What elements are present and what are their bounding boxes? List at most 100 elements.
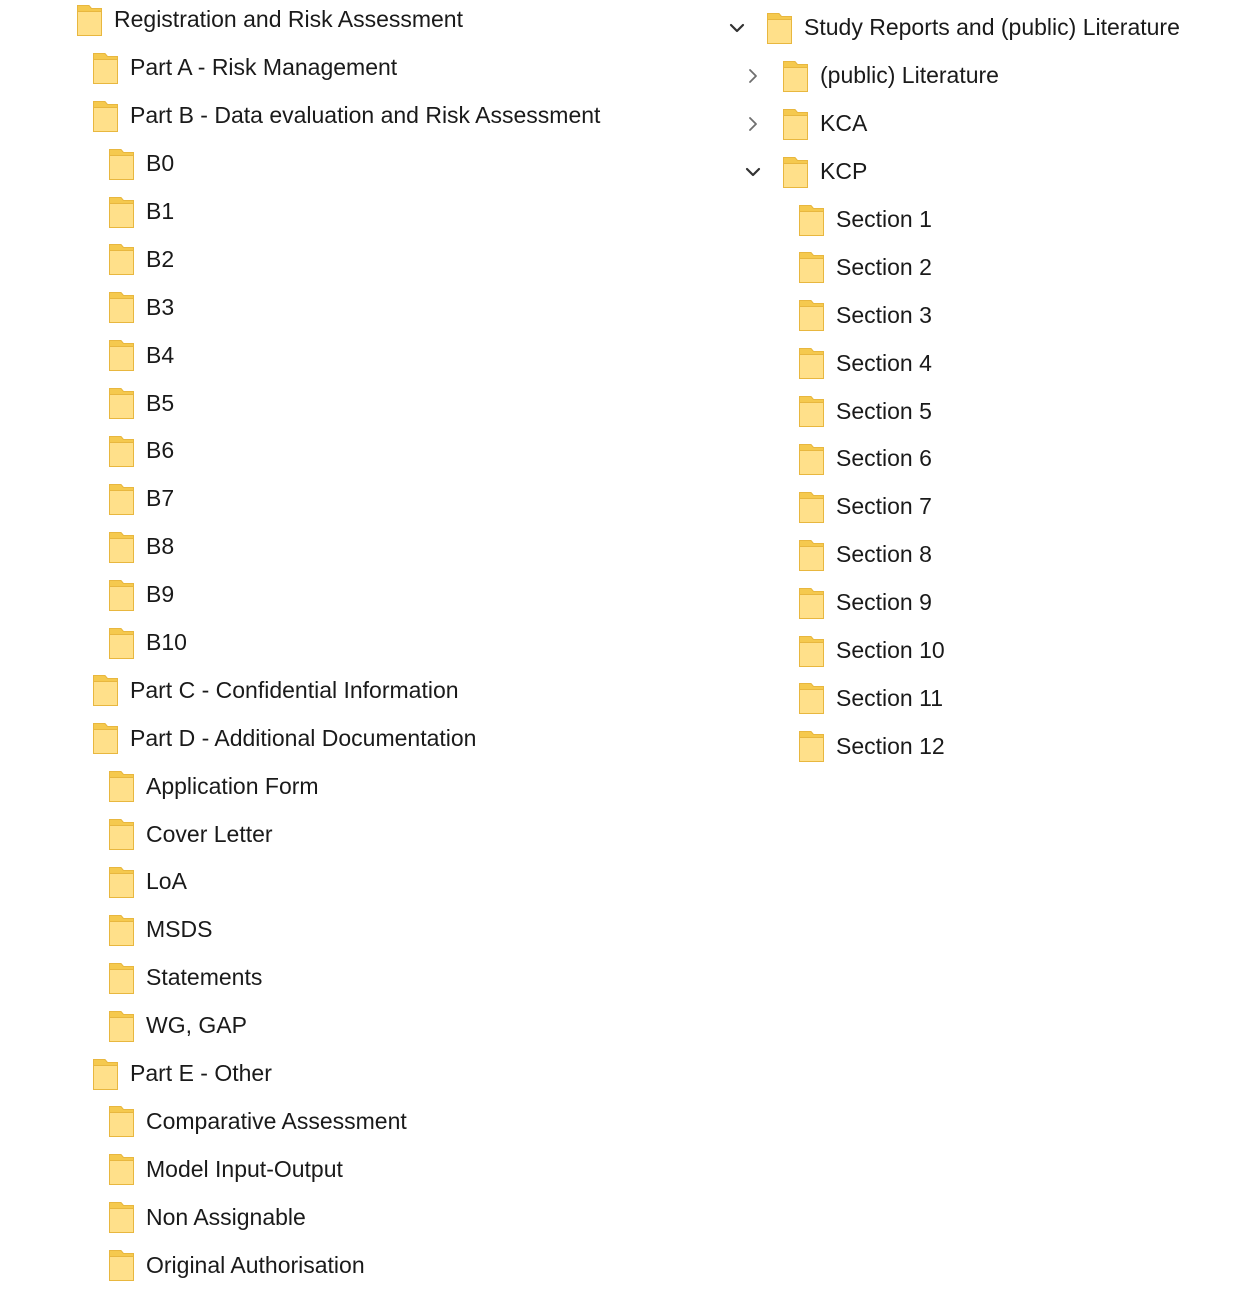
tree-item-b1[interactable]: B1 [0,188,700,236]
tree-item-section-6[interactable]: Section 6 [700,435,1250,483]
tree-item-b3[interactable]: B3 [0,283,700,331]
tree-item-label: Original Authorisation [146,1251,365,1278]
tree-item-b0[interactable]: B0 [0,140,700,188]
tree-item-label: KCP [820,158,868,185]
tree-item-b5[interactable]: B5 [0,379,700,427]
tree-item-application-form[interactable]: Application Form [0,762,700,810]
folder-icon [798,394,825,428]
tree-item-original-authorisation[interactable]: Original Authorisation [0,1241,700,1289]
folder-icon [108,913,135,947]
tree-item-label: B6 [146,437,175,464]
tree-item-label: B5 [146,389,175,416]
tree-item-b2[interactable]: B2 [0,235,700,283]
folder-icon [798,538,825,572]
tree-item-registration-and-risk-assessment[interactable]: Registration and Risk Assessment [0,0,700,44]
tree-item-label: B3 [146,293,175,320]
chevron-right-icon[interactable] [744,115,762,133]
folder-icon [782,107,809,141]
tree-item-label: Part B - Data evaluation and Risk Assess… [130,102,601,129]
tree-item-label: Model Input-Output [146,1155,343,1182]
tree-item-label: (public) Literature [820,62,999,89]
folder-icon [798,442,825,476]
folder-icon [798,729,825,763]
folder-icon [108,386,135,420]
tree-item-label: B0 [146,150,175,177]
tree-item-b10[interactable]: B10 [0,619,700,667]
right-folder-tree: Study Reports and (public) Literature (pu… [700,4,1250,770]
folder-icon [766,11,793,45]
tree-item-label: Statements [146,964,263,991]
tree-item-label: MSDS [146,916,213,943]
tree-item-label: B7 [146,485,175,512]
tree-item-label: Section 9 [836,589,932,616]
folder-icon [798,634,825,668]
tree-item-label: WG, GAP [146,1012,247,1039]
tree-item-label: Cover Letter [146,820,273,847]
folder-icon [76,3,103,37]
tree-item-b6[interactable]: B6 [0,427,700,475]
tree-item-label: Section 8 [836,541,932,568]
tree-item-non-assignable[interactable]: Non Assignable [0,1193,700,1241]
folder-icon [92,1057,119,1091]
folder-icon [108,434,135,468]
tree-item-label: Part A - Risk Management [130,54,398,81]
tree-item-statements[interactable]: Statements [0,954,700,1002]
folder-icon [798,681,825,715]
tree-item-section-7[interactable]: Section 7 [700,483,1250,531]
tree-item-loa[interactable]: LoA [0,858,700,906]
chevron-down-icon[interactable] [728,19,746,37]
tree-item-label: KCA [820,110,868,137]
tree-item-section-3[interactable]: Section 3 [700,291,1250,339]
chevron-right-icon[interactable] [744,67,762,85]
folder-icon [798,298,825,332]
tree-item-section-1[interactable]: Section 1 [700,196,1250,244]
tree-item-part-d-additional-documentation[interactable]: Part D - Additional Documentation [0,714,700,762]
folder-icon [108,338,135,372]
tree-item-label: LoA [146,868,187,895]
tree-item-kcp[interactable]: KCP [700,148,1250,196]
tree-item-label: B4 [146,341,175,368]
tree-item-section-8[interactable]: Section 8 [700,531,1250,579]
tree-item-part-a-risk-management[interactable]: Part A - Risk Management [0,44,700,92]
tree-item-model-input-output[interactable]: Model Input-Output [0,1145,700,1193]
tree-item-section-10[interactable]: Section 10 [700,627,1250,675]
tree-item-section-11[interactable]: Section 11 [700,674,1250,722]
tree-item-section-5[interactable]: Section 5 [700,387,1250,435]
tree-item-label: Section 6 [836,445,932,472]
tree-item-kca[interactable]: KCA [700,100,1250,148]
folder-icon [108,530,135,564]
folder-icon [108,147,135,181]
tree-item-comparative-assessment[interactable]: Comparative Assessment [0,1097,700,1145]
chevron-down-icon[interactable] [744,163,762,181]
folder-icon [782,59,809,93]
tree-item-b8[interactable]: B8 [0,523,700,571]
tree-item-label: B1 [146,198,175,224]
tree-item-section-12[interactable]: Section 12 [700,722,1250,770]
tree-item-label: Section 2 [836,253,932,280]
folder-icon [108,195,135,229]
tree-item-label: Part C - Confidential Information [130,676,459,703]
tree-item-cover-letter[interactable]: Cover Letter [0,810,700,858]
tree-item-label: Section 7 [836,493,932,520]
folder-icon [92,99,119,133]
folder-icon [798,203,825,237]
tree-item-b9[interactable]: B9 [0,571,700,619]
tree-item-section-9[interactable]: Section 9 [700,579,1250,627]
tree-item-study-reports-and-public-literature[interactable]: Study Reports and (public) Literature [700,4,1250,52]
tree-item-msds[interactable]: MSDS [0,906,700,954]
tree-item-part-e-other[interactable]: Part E - Other [0,1050,700,1098]
folder-icon [108,769,135,803]
tree-item-public-literature[interactable]: (public) Literature [700,52,1250,100]
tree-item-section-4[interactable]: Section 4 [700,339,1250,387]
tree-item-b4[interactable]: B4 [0,331,700,379]
tree-item-label: Section 4 [836,349,932,376]
tree-item-section-2[interactable]: Section 2 [700,243,1250,291]
tree-item-b7[interactable]: B7 [0,475,700,523]
tree-item-part-c-confidential-information[interactable]: Part C - Confidential Information [0,666,700,714]
tree-item-label: Section 11 [836,684,943,711]
tree-item-wg-gap[interactable]: WG, GAP [0,1002,700,1050]
tree-item-part-b-data-evaluation-and-risk-assessment[interactable]: Part B - Data evaluation and Risk Assess… [0,92,700,140]
tree-item-label: Comparative Assessment [146,1107,407,1134]
tree-item-label: Section 10 [836,637,945,664]
tree-item-label: Application Form [146,772,319,799]
